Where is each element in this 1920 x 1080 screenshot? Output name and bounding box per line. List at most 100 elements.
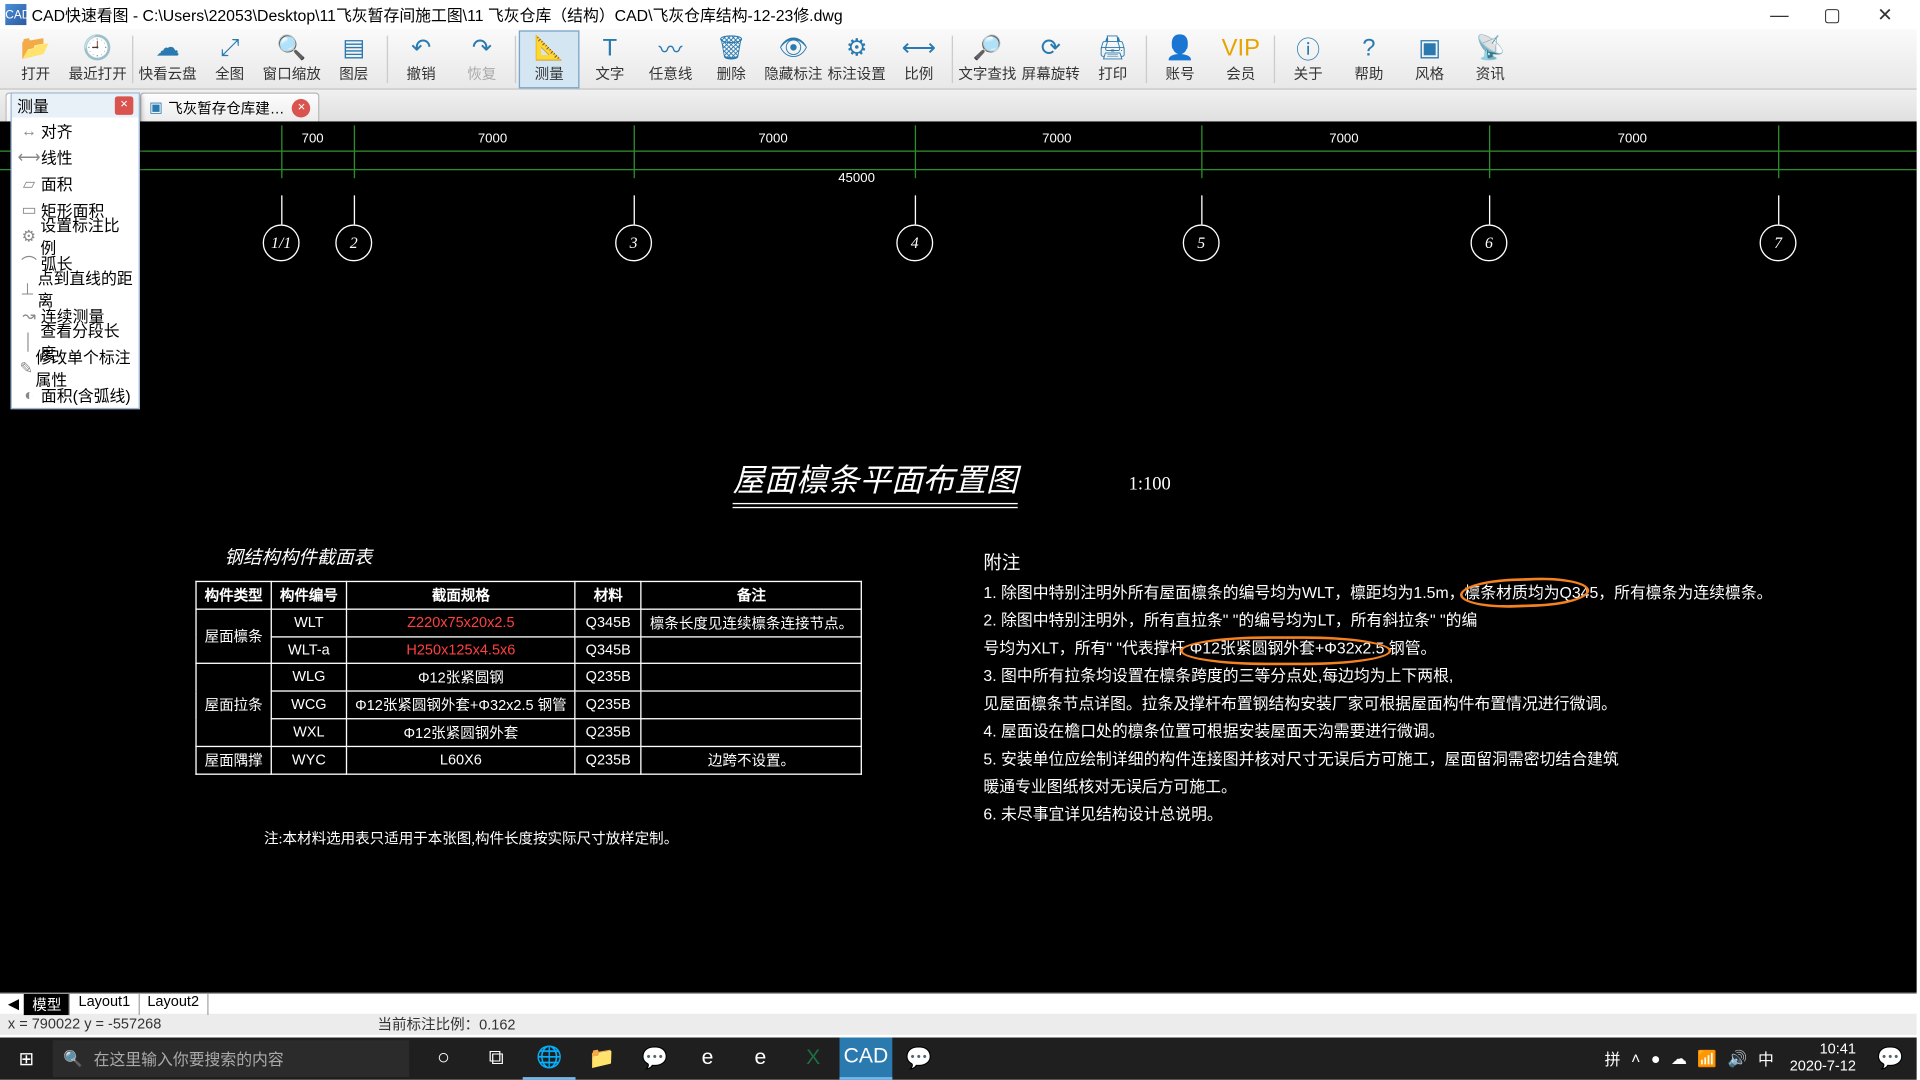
explorer-icon[interactable]: 📁 xyxy=(576,1038,629,1080)
lang-icon[interactable]: 中 xyxy=(1758,1047,1774,1069)
账号-button[interactable]: 👤账号 xyxy=(1150,30,1211,88)
note-line: 5. 安装单位应绘制详细的构件连接图并核对尺寸无误后方可施工，屋面留洞需密切结合… xyxy=(983,746,1772,774)
axis-bubble: 5 xyxy=(1183,224,1220,261)
wifi-icon[interactable]: 📶 xyxy=(1697,1049,1717,1067)
窗口缩放-icon: 🔍 xyxy=(277,34,307,63)
minimize-button[interactable]: — xyxy=(1753,4,1806,25)
屏幕旋转-button[interactable]: ⟳屏幕旋转 xyxy=(1019,30,1082,88)
撤销-button[interactable]: ↶撤销 xyxy=(391,30,452,88)
标注设置-button[interactable]: ⚙标注设置 xyxy=(825,30,888,88)
dimension-text: 7000 xyxy=(758,132,787,147)
任意线-button[interactable]: 〰任意线 xyxy=(640,30,701,88)
note-line: 暖通专业图纸核对无误后方可施工。 xyxy=(983,774,1772,802)
drawing-notes: 附注 1. 除图中特别注明外所有屋面檩条的编号均为WLT，檩距均为1.5m，檩条… xyxy=(983,549,1772,829)
帮助-icon: ? xyxy=(1362,34,1375,63)
隐藏标注-button[interactable]: 👁隐藏标注 xyxy=(762,30,825,88)
撤销-icon: ↶ xyxy=(411,34,431,63)
删除-button[interactable]: 🗑删除 xyxy=(701,30,762,88)
打印-icon: 🖨 xyxy=(1098,34,1128,63)
measure-dropdown: 测量 × ↔对齐⟷线性▱面积▭矩形面积⚙设置标注比例⌒弧长⊥点到直线的距离↝连续… xyxy=(11,92,140,409)
帮助-button[interactable]: ?帮助 xyxy=(1338,30,1399,88)
dimension-text: 700 xyxy=(302,132,324,147)
窗口缩放-button[interactable]: 🔍窗口缩放 xyxy=(260,30,323,88)
note-line: 3. 图中所有拉条均设置在檩条跨度的三等分点处,每边均为上下两根, xyxy=(983,663,1772,691)
chrome-icon[interactable]: 🌐 xyxy=(523,1038,576,1080)
全图-icon: ⤢ xyxy=(220,34,239,63)
dimension-text: 7000 xyxy=(478,132,507,147)
打印-button[interactable]: 🖨打印 xyxy=(1082,30,1143,88)
drawing-canvas[interactable]: 屋面檩条平面布置图 1:100 钢结构构件截面表 构件类型构件编号截面规格材料备… xyxy=(0,121,1917,992)
layout-tab-Layout1[interactable]: Layout1 xyxy=(71,993,140,1014)
dimension-text: 7000 xyxy=(1329,132,1358,147)
会员-button[interactable]: VIP会员 xyxy=(1210,30,1271,88)
axis-bubble: 1/1 xyxy=(263,224,300,261)
打开-button[interactable]: 📂打开 xyxy=(5,30,66,88)
文字-button[interactable]: T文字 xyxy=(579,30,640,88)
measure-面积(含弧线)[interactable]: ◐面积(含弧线) xyxy=(12,381,139,407)
文字查找-button[interactable]: 🔎文字查找 xyxy=(956,30,1019,88)
图层-icon: ▤ xyxy=(343,34,365,63)
app-icon: CAD xyxy=(5,4,26,25)
note-line: 2. 除图中特别注明外，所有直拉条" "的编号均为LT，所有斜拉条" "的编 xyxy=(983,607,1772,635)
note-line: 1. 除图中特别注明外所有屋面檩条的编号均为WLT，檩距均为1.5m，檩条材质均… xyxy=(983,579,1772,607)
layout-tab-Layout2[interactable]: Layout2 xyxy=(139,993,208,1014)
system-tray[interactable]: 拼 ˄ ● ☁ 📶 🔊 中 xyxy=(1597,1047,1782,1069)
close-icon[interactable]: × xyxy=(115,96,133,114)
drawing-title: 屋面檩条平面布置图 xyxy=(733,454,1018,504)
恢复-button[interactable]: ↷恢复 xyxy=(451,30,512,88)
clock[interactable]: 10:41 2020-7-12 xyxy=(1782,1041,1864,1075)
volume-icon[interactable]: 🔊 xyxy=(1728,1049,1748,1067)
spec-table: 构件类型构件编号截面规格材料备注屋面檩条WLTZ220x75x20x2.5Q34… xyxy=(195,581,862,775)
关于-button[interactable]: ⓘ关于 xyxy=(1278,30,1339,88)
cad-app-icon[interactable]: CAD xyxy=(840,1038,893,1080)
measure-线性[interactable]: ⟷线性 xyxy=(12,144,139,170)
measure-设置标注比例[interactable]: ⚙设置标注比例 xyxy=(12,223,139,249)
onedrive-icon[interactable]: ☁ xyxy=(1671,1049,1687,1067)
ie-icon[interactable]: e xyxy=(681,1038,734,1080)
wechat-tray-icon[interactable]: ● xyxy=(1651,1049,1661,1067)
任意线-icon: 〰 xyxy=(659,34,683,63)
document-tab[interactable]: ▣ 飞灰暂存仓库建… × xyxy=(140,92,320,121)
measure-对齐[interactable]: ↔对齐 xyxy=(12,117,139,143)
search-box[interactable]: 🔍 在这里输入你要搜索的内容 xyxy=(53,1040,409,1077)
wechat-icon[interactable]: 💬 xyxy=(892,1038,945,1080)
notification-icon[interactable]: 💬 xyxy=(1864,1038,1917,1080)
资讯-button[interactable]: 📡资讯 xyxy=(1460,30,1521,88)
notes-title: 附注 xyxy=(983,549,1772,577)
快看云盘-button[interactable]: ☁快看云盘 xyxy=(136,30,199,88)
chevron-up-icon[interactable]: ˄ xyxy=(1631,1049,1640,1067)
axis-bubble: 6 xyxy=(1470,224,1507,261)
图层-button[interactable]: ▤图层 xyxy=(323,30,384,88)
close-button[interactable]: ✕ xyxy=(1859,3,1912,25)
测量-button[interactable]: 📐测量 xyxy=(519,30,580,88)
close-icon[interactable]: × xyxy=(292,98,310,116)
axis-bubble: 7 xyxy=(1760,224,1797,261)
window-title: CAD快速看图 - C:\Users\22053\Desktop\11飞灰暂存间… xyxy=(32,3,1753,25)
measure-面积[interactable]: ▱面积 xyxy=(12,170,139,196)
最近打开-icon: 🕘 xyxy=(83,34,113,63)
隐藏标注-icon: 👁 xyxy=(778,34,808,63)
measure-修改单个标注属性[interactable]: ✎修改单个标注属性 xyxy=(12,355,139,381)
note-line: 见屋面檩条节点详图。拉条及撑杆布置钢结构安装厂家可根据屋面构件布置情况进行微调。 xyxy=(983,690,1772,718)
资讯-icon: 📡 xyxy=(1475,34,1505,63)
maximize-button[interactable]: ▢ xyxy=(1806,3,1859,25)
titlebar: CAD CAD快速看图 - C:\Users\22053\Desktop\11飞… xyxy=(0,0,1917,29)
excel-icon[interactable]: X xyxy=(787,1038,840,1080)
search-icon: 🔍 xyxy=(63,1049,83,1067)
风格-button[interactable]: ▣风格 xyxy=(1399,30,1460,88)
document-tabs: × ▣ 飞灰暂存仓库建… × xyxy=(0,90,1917,122)
最近打开-button[interactable]: 🕘最近打开 xyxy=(66,30,129,88)
start-button[interactable]: ⊞ xyxy=(0,1047,53,1069)
tab-label: 飞灰暂存仓库建… xyxy=(168,97,284,118)
全图-button[interactable]: ⤢全图 xyxy=(199,30,260,88)
cortana-icon[interactable]: ○ xyxy=(417,1038,470,1080)
比例-button[interactable]: ⟷比例 xyxy=(888,30,949,88)
ime-icon[interactable]: 拼 xyxy=(1605,1047,1621,1069)
measure-点到直线的距离[interactable]: ⊥点到直线的距离 xyxy=(12,276,139,302)
edge-icon[interactable]: e xyxy=(734,1038,787,1080)
dimension-text: 45000 xyxy=(838,172,875,187)
taskview-icon[interactable]: ⧉ xyxy=(470,1038,523,1080)
dimension-text: 7000 xyxy=(1042,132,1071,147)
quickassist-icon[interactable]: 💬 xyxy=(628,1038,681,1080)
layout-tab-模型[interactable]: 模型 xyxy=(24,993,70,1014)
